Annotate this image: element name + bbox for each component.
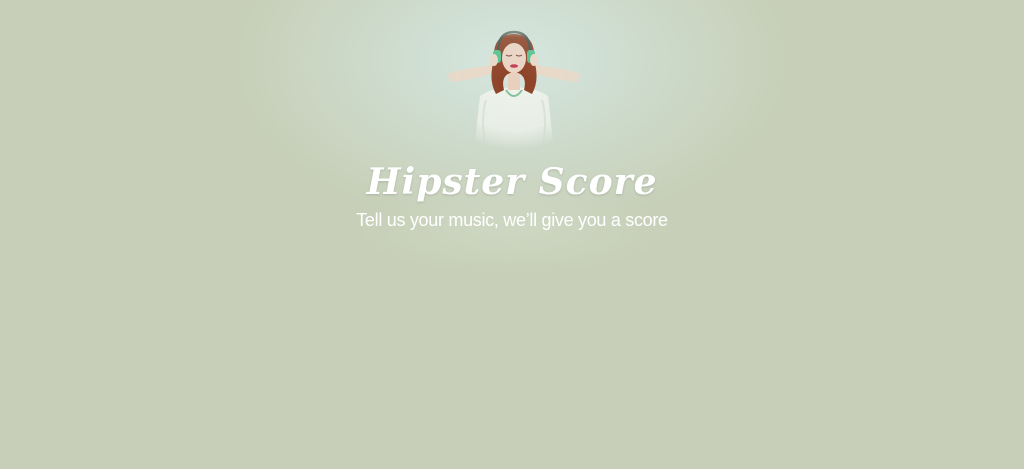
page-title: Hipster Score — [366, 161, 658, 203]
page-tagline: Tell us your music, we’ll give you a sco… — [356, 210, 668, 230]
hero-photo — [446, 30, 582, 150]
